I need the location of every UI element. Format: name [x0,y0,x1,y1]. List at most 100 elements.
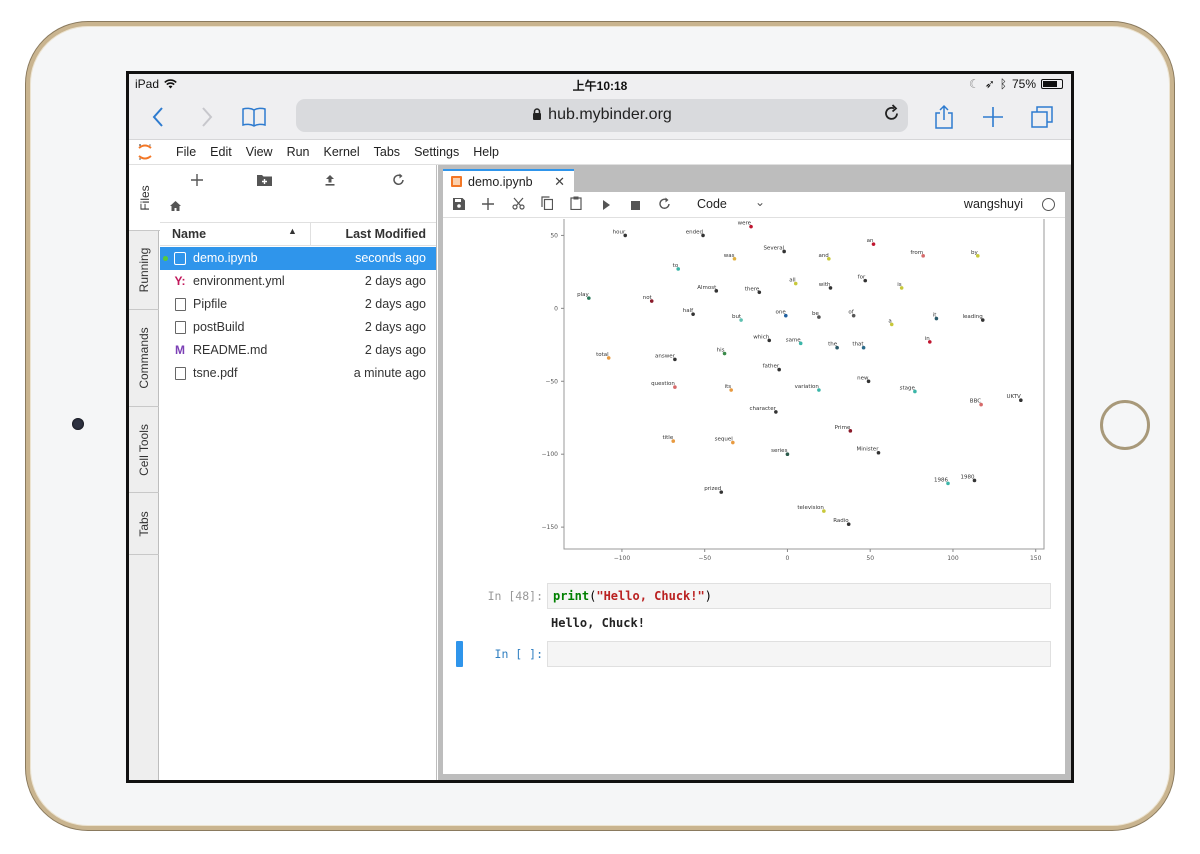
new-folder-button[interactable] [252,171,276,193]
menu-tabs[interactable]: Tabs [367,145,407,159]
code-function: print [553,589,590,603]
code-string: "Hello, Chuck!" [596,589,705,603]
point-label: series [771,448,787,454]
sidebar-tab-files[interactable]: Files [129,165,160,231]
point-label: prized [704,486,721,492]
insert-cell-button[interactable] [478,195,498,215]
reload-icon [885,104,898,120]
refresh-button[interactable] [386,171,410,193]
cell-input-empty[interactable] [547,641,1051,667]
restart-button[interactable] [654,195,674,215]
cell-prompt: In [ ]: [494,647,543,661]
code-cell-active[interactable]: In [ ]: [443,639,1065,669]
paste-button[interactable] [566,195,586,215]
back-button[interactable] [143,102,173,132]
breadcrumb-home[interactable] [170,201,181,214]
interrupt-button[interactable] [625,195,645,215]
share-button[interactable] [929,102,959,132]
file-row-environment-yml[interactable]: Y: environment.yml 2 days ago [160,270,436,293]
point-label: but [732,314,742,320]
point-label: answer [655,353,676,359]
menu-run[interactable]: Run [280,145,317,159]
x-tick-label: −50 [698,555,711,562]
notebook-content[interactable]: −100−50050100150500−50−100−150producedho… [443,219,1065,774]
menu-edit[interactable]: Edit [203,145,239,159]
point-label: all [789,278,796,284]
menu-file[interactable]: File [169,145,203,159]
file-browser-toolbar [160,171,436,193]
sidebar-tab-tabs[interactable]: Tabs [129,493,159,555]
point-label: Almost [697,285,717,291]
new-launcher-button[interactable] [185,171,209,193]
point-label: not [643,295,653,301]
left-sidebar-tabs: Files Running Commands Cell Tools Tabs [129,165,160,780]
url-text: hub.mybinder.org [548,106,672,123]
copy-icon [541,196,554,211]
main-dock-area: demo.ipynb ✕ Code ⌄ wangshuyi −100 −50 0… [438,165,1071,780]
point-label: father [763,364,780,370]
file-modified: 2 days ago [364,297,426,311]
copy-button[interactable] [537,195,557,215]
menu-settings[interactable]: Settings [407,145,466,159]
cell-output: Hello, Chuck! [551,616,645,630]
x-tick-label: 150 [1030,555,1042,562]
sidebar-tab-running[interactable]: Running [129,231,159,310]
point-label: be [812,311,819,317]
bluetooth-icon: ᛒ [999,77,1007,91]
home-button[interactable] [1100,400,1150,450]
tabs-overview-button[interactable] [1027,102,1057,132]
column-last-modified[interactable]: Last Modified [345,227,426,241]
point-label: were [738,221,752,227]
column-name[interactable]: Name [172,227,206,241]
point-label: hour [613,229,626,235]
menu-view[interactable]: View [239,145,280,159]
point-label: UKTV [1006,394,1021,400]
point-label: stage [900,385,916,391]
new-tab-button[interactable] [978,102,1008,132]
menu-help[interactable]: Help [466,145,506,159]
file-name: environment.yml [193,274,285,288]
point-label: ended [686,229,703,235]
run-button[interactable] [596,195,616,215]
address-bar[interactable]: hub.mybinder.org [296,99,908,132]
cut-button[interactable] [508,195,528,215]
cell-input[interactable]: print("Hello, Chuck!") [547,583,1051,609]
sidebar-tab-cell-tools[interactable]: Cell Tools [129,407,159,493]
file-row-pipfile[interactable]: Pipfile 2 days ago [160,293,436,316]
sidebar-tab-commands[interactable]: Commands [129,310,159,407]
reload-button[interactable] [884,104,900,127]
file-row-postbuild[interactable]: postBuild 2 days ago [160,316,436,339]
column-divider[interactable] [310,223,311,245]
cell-type-select[interactable]: Code [697,197,727,211]
chevron-down-icon[interactable]: ⌄ [755,195,765,209]
screen: iPad 上午10:18 ☾ ➶ ᛒ 75% hub.mybinder.org … [126,71,1074,783]
point-label: there [745,286,760,292]
point-label: that [852,342,864,348]
tab-demo-ipynb[interactable]: demo.ipynb ✕ [443,169,574,192]
document-tab-bar: demo.ipynb ✕ [438,165,1071,192]
file-row-readme-md[interactable]: M README.md 2 days ago [160,339,436,362]
x-tick-label: 50 [866,555,874,562]
sort-ascending-icon: ▲ [288,226,297,236]
close-icon[interactable]: ✕ [554,174,565,190]
file-modified: a minute ago [353,366,426,380]
clock: 上午10:18 [572,79,628,93]
tsne-scatter-plot: −100−50050100150500−50−100−150producedho… [542,219,1045,562]
chevron-right-icon [202,107,213,127]
file-row-tsne-pdf[interactable]: tsne.pdf a minute ago [160,362,436,385]
save-button[interactable] [449,195,469,215]
lock-icon [533,108,542,120]
point-label: BBC [970,399,981,405]
chevron-left-icon [152,107,163,127]
point-label: same [786,337,802,343]
bookmarks-button[interactable] [239,102,269,132]
point-label: question [651,381,675,387]
upload-button[interactable] [318,171,342,193]
forward-button[interactable] [192,102,222,132]
file-row-demo-ipynb[interactable]: demo.ipynb seconds ago [160,247,436,270]
code-cell-48[interactable]: In [48]: print("Hello, Chuck!") [443,581,1065,611]
kernel-name[interactable]: wangshuyi [964,197,1023,211]
stop-icon [630,201,640,210]
point-label: half [683,308,694,314]
menu-kernel[interactable]: Kernel [317,145,367,159]
